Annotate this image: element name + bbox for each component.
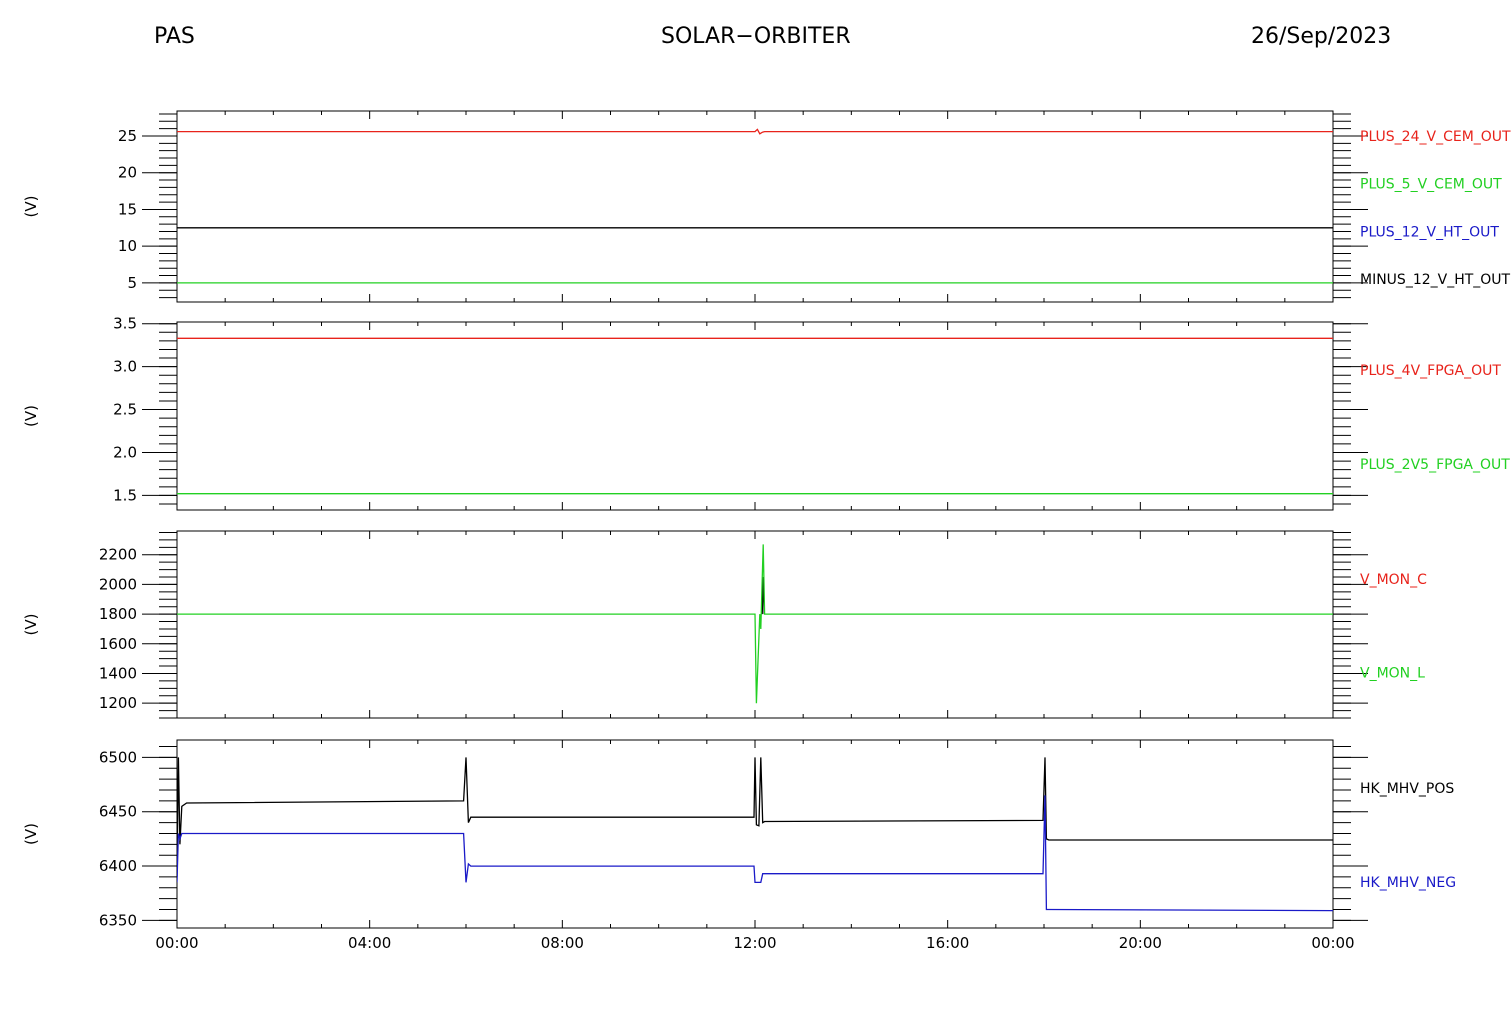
y-axis-label: (V) (22, 614, 40, 636)
panel-4: 6350 6400 6450 6500 00:00 04:00 08:00 12:00 16:0… (22, 739, 1456, 952)
figure: 5 10 15 20 25 (V) PLUS_24_V_CEM_OUT PLUS_5_V_CE… (22, 110, 1511, 952)
y-tick-label: 25 (118, 127, 137, 145)
series-line-black (177, 757, 1333, 877)
x-tick-label: 00:00 (155, 934, 198, 952)
y-tick-label: 1.5 (113, 486, 137, 504)
y-tick-label: 2.5 (113, 401, 137, 419)
y-tick-label: 1600 (99, 635, 137, 653)
legend-label: MINUS_12_V_HT_OUT (1360, 272, 1511, 288)
x-tick-label: 16:00 (926, 934, 969, 952)
series-line-green (177, 544, 1333, 704)
y-tick-label: 3.0 (113, 358, 137, 376)
y-axis-label: (V) (22, 823, 40, 845)
y-tick-label: 6500 (99, 748, 137, 766)
series-line-blue (177, 795, 1333, 912)
legend-label: PLUS_24_V_CEM_OUT (1360, 129, 1511, 145)
y-tick-label: 6400 (99, 857, 137, 875)
x-tick-label: 00:00 (1311, 934, 1354, 952)
y-tick-label: 2200 (99, 546, 137, 564)
y-tick-label: 1400 (99, 664, 137, 682)
y-tick-label: 6350 (99, 911, 137, 929)
y-tick-label: 1200 (99, 694, 137, 712)
legend-label: PLUS_4V_FPGA_OUT (1360, 363, 1501, 379)
panel-3: 1200 1400 1600 1800 2000 2200 (V) V_MON_C V_MON_… (22, 530, 1427, 719)
panel-2: 1.5 2.0 2.5 3.0 3.5 (V) PLUS_4V_FPGA_OUT PLUS_2… (22, 315, 1510, 511)
y-tick-label: 5 (127, 274, 137, 292)
y-tick-label: 6450 (99, 803, 137, 821)
legend-label: V_MON_L (1360, 665, 1425, 681)
legend-label: V_MON_C (1360, 572, 1427, 588)
x-tick-label: 12:00 (733, 934, 776, 952)
y-tick-label: 15 (118, 200, 137, 218)
x-tick-label: 04:00 (348, 934, 391, 952)
legend-label: HK_MHV_NEG (1360, 875, 1456, 891)
legend-label: PLUS_12_V_HT_OUT (1360, 224, 1499, 240)
panel-1: 5 10 15 20 25 (V) PLUS_24_V_CEM_OUT PLUS_5_V_CE… (22, 110, 1511, 303)
x-tick-label: 20:00 (1119, 934, 1162, 952)
legend-label: HK_MHV_POS (1360, 781, 1454, 797)
y-tick-label: 20 (118, 164, 137, 182)
x-tick-label: 08:00 (541, 934, 584, 952)
legend-label: PLUS_2V5_FPGA_OUT (1360, 457, 1510, 473)
y-axis-label: (V) (22, 196, 40, 218)
y-tick-label: 2.0 (113, 443, 137, 461)
panel-2-frame (176, 321, 1334, 511)
legend-label: PLUS_5_V_CEM_OUT (1360, 177, 1502, 193)
y-axis-label: (V) (22, 405, 40, 427)
y-tick-label: 3.5 (113, 315, 137, 333)
panel-1-frame (176, 110, 1334, 303)
y-tick-label: 1800 (99, 605, 137, 623)
y-tick-label: 2000 (99, 575, 137, 593)
y-tick-label: 10 (118, 237, 137, 255)
series-line-red (177, 128, 1333, 135)
